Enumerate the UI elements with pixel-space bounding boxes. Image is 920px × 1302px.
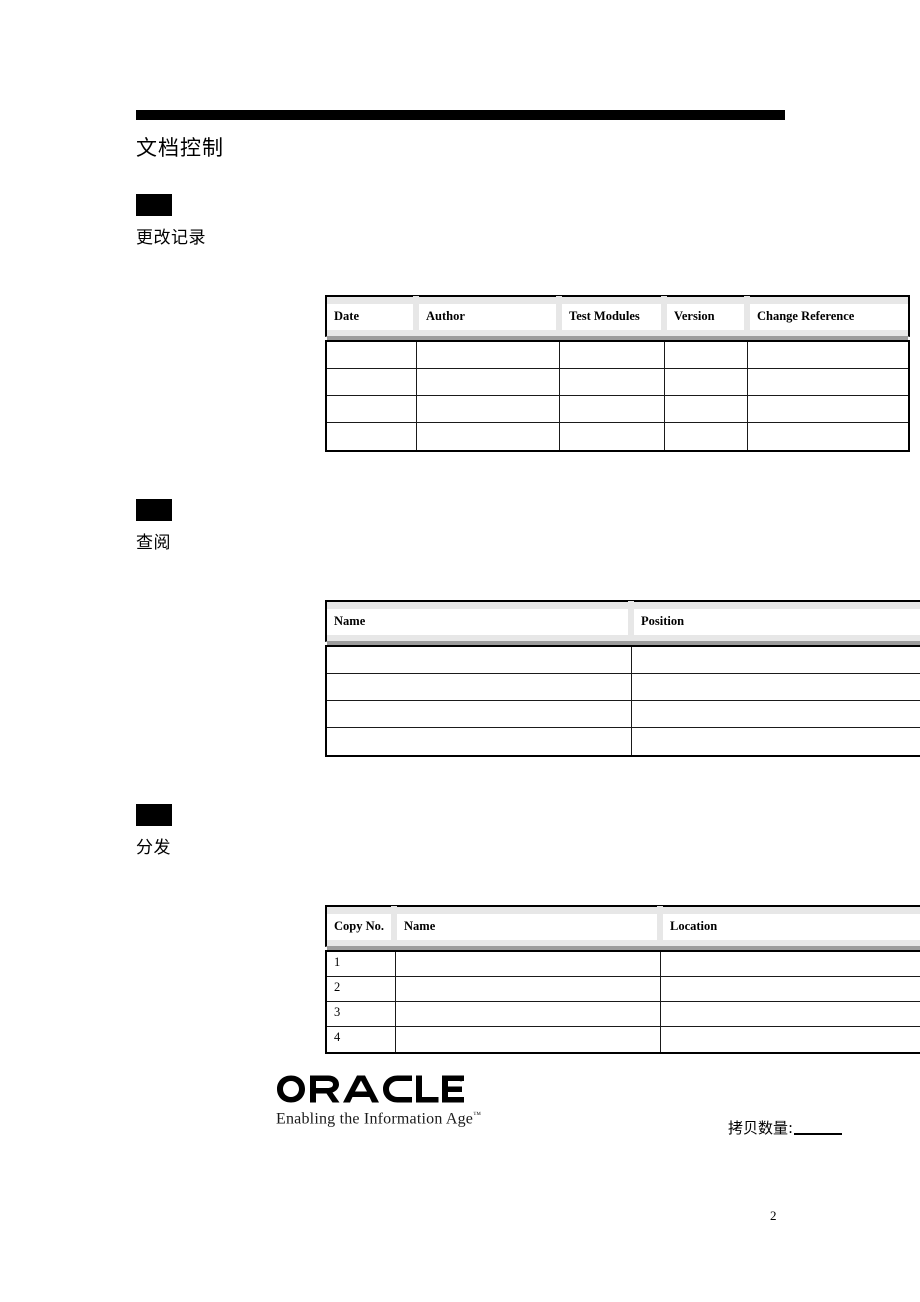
cell-version[interactable] [665,342,748,368]
page-number: 2 [770,1208,777,1223]
cell-change-reference[interactable] [748,423,908,450]
cell-name[interactable] [327,674,632,700]
table-row[interactable] [327,728,920,755]
section-bullet-square-icon [136,804,172,826]
cell-change-reference[interactable] [748,369,908,395]
cell-date[interactable] [327,396,417,422]
cell-location[interactable] [661,1027,920,1052]
trademark-icon: ™ [473,1110,482,1119]
column-header-version: Version [667,303,744,330]
cell-name[interactable] [396,1027,661,1052]
column-header-copy-no: Copy No. [327,913,391,940]
cell-name[interactable] [327,728,632,755]
title-rule [136,110,785,120]
section-heading-change-record: 更改记录 [136,194,206,250]
section-bullet-square-icon [136,499,172,521]
oracle-logo: R Enabling the Information Age™ [276,1074,481,1129]
column-header-date: Date [327,303,413,330]
cell-position[interactable] [632,728,920,755]
cell-name[interactable] [396,952,661,976]
table-distribution-body: 1 2 3 4 [325,950,920,1054]
section-label-distribution: 分发 [136,838,171,858]
copies-count-field: 拷贝数量: [728,1117,843,1139]
cell-location[interactable] [661,952,920,976]
cell-name[interactable] [327,647,632,673]
table-change-record: Date Author Test Modules Version Change … [325,295,910,452]
table-row[interactable] [327,674,920,701]
document-page: 文档控制 更改记录 Date Author Test Modules Versi… [0,0,920,1302]
section-heading-review: 查阅 [136,499,172,555]
table-row[interactable] [327,423,908,450]
table-distribution: Copy No. Name Location 1 2 3 4 [325,905,920,1054]
table-row[interactable] [327,369,908,396]
cell-version[interactable] [665,423,748,450]
column-header-change-reference: Change Reference [750,303,908,330]
cell-position[interactable] [632,674,920,700]
table-row[interactable] [327,701,920,728]
cell-date[interactable] [327,369,417,395]
cell-test-modules[interactable] [560,396,665,422]
copies-count-blank[interactable] [794,1118,843,1135]
cell-name[interactable] [327,701,632,727]
header-shadow [327,946,920,950]
cell-location[interactable] [661,977,920,1001]
column-header-location: Location [663,913,920,940]
cell-copy-no[interactable]: 1 [327,952,396,976]
cell-copy-no[interactable]: 4 [327,1027,396,1052]
oracle-tagline-text: Enabling the Information Age [276,1110,474,1128]
table-change-record-header-row: Date Author Test Modules Version Change … [325,295,910,340]
table-review: Name Position [325,600,920,757]
cell-author[interactable] [417,342,560,368]
section-heading-distribution: 分发 [136,804,172,860]
section-label-review: 查阅 [136,533,171,553]
column-header-author: Author [419,303,556,330]
cell-copy-no[interactable]: 3 [327,1002,396,1026]
table-review-body [325,645,920,757]
cell-date[interactable] [327,423,417,450]
column-header-name: Name [397,913,657,940]
table-row[interactable]: 3 [327,1002,920,1027]
cell-location[interactable] [661,1002,920,1026]
cell-version[interactable] [665,369,748,395]
cell-name[interactable] [396,977,661,1001]
cell-author[interactable] [417,396,560,422]
table-row[interactable] [327,396,908,423]
cell-name[interactable] [396,1002,661,1026]
cell-test-modules[interactable] [560,369,665,395]
page-title: 文档控制 [136,136,224,160]
oracle-wordmark-icon: R [277,1075,464,1103]
column-header-name: Name [327,608,628,635]
table-distribution-header-row: Copy No. Name Location [325,905,920,950]
cell-copy-no[interactable]: 2 [327,977,396,1001]
oracle-tagline: Enabling the Information Age™ [276,1105,481,1129]
cell-test-modules[interactable] [560,423,665,450]
cell-author[interactable] [417,369,560,395]
column-header-position: Position [634,608,920,635]
cell-author[interactable] [417,423,560,450]
table-row[interactable] [327,647,920,674]
cell-change-reference[interactable] [748,396,908,422]
table-row[interactable]: 4 [327,1027,920,1052]
cell-date[interactable] [327,342,417,368]
cell-change-reference[interactable] [748,342,908,368]
table-row[interactable]: 2 [327,977,920,1002]
table-row[interactable] [327,342,908,369]
cell-position[interactable] [632,647,920,673]
column-header-test-modules: Test Modules [562,303,661,330]
cell-version[interactable] [665,396,748,422]
table-row[interactable]: 1 [327,952,920,977]
header-shadow [327,336,908,340]
table-review-header-row: Name Position [325,600,920,645]
section-bullet-square-icon [136,194,172,216]
table-change-record-body [325,340,910,452]
section-label-change-record: 更改记录 [136,228,206,248]
cell-test-modules[interactable] [560,342,665,368]
cell-position[interactable] [632,701,920,727]
header-shadow [327,641,920,645]
copies-count-label: 拷贝数量: [728,1119,794,1137]
